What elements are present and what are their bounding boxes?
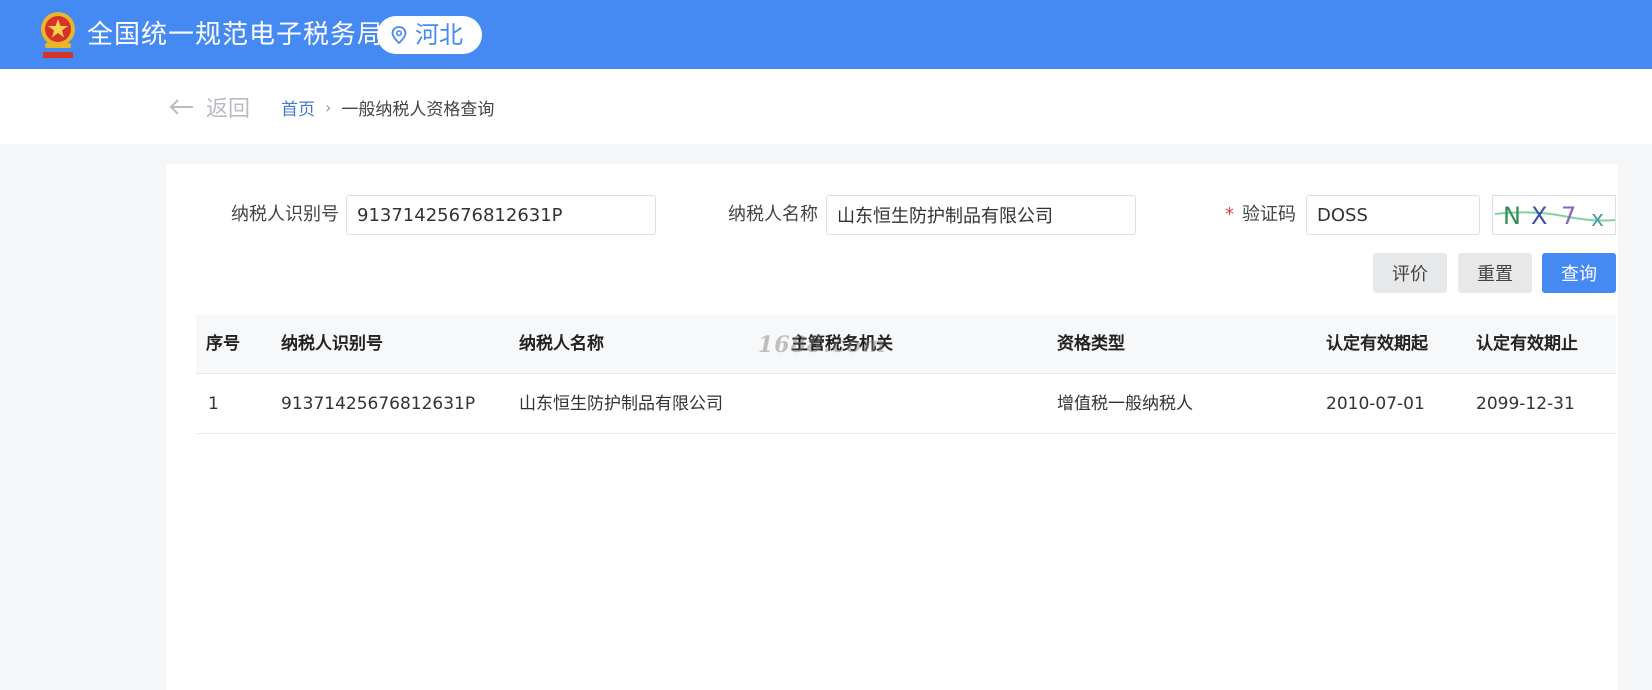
taxpayer-name-label: 纳税人名称 [728,204,818,225]
column-header: 认定有效期止 [1476,334,1578,354]
captcha-label-group: * 验证码 [1225,204,1296,226]
cell-qualification-type: 增值税一般纳税人 [1057,394,1193,414]
captcha-label: 验证码 [1242,204,1296,225]
breadcrumb: 首页 › 一般纳税人资格查询 [281,95,494,120]
column-header: 资格类型 [1057,334,1125,354]
captcha-char-3: 7 [1561,202,1576,230]
captcha-char-4: x [1591,207,1604,232]
table-row: 1 91371425676812631P 山东恒生防护制品有限公司 增值税一般纳… [196,374,1616,434]
column-header: 认定有效期起 [1326,334,1428,354]
back-button[interactable]: 返回 [168,91,250,123]
cell-valid-from: 2010-07-01 [1326,394,1425,414]
taxpayer-id-label: 纳税人识别号 [231,204,339,225]
breadcrumb-separator: › [325,98,332,117]
results-table-header: 序号 纳税人识别号 纳税人名称 主管税务机关 资格类型 认定有效期起 认定有效期… [196,314,1616,374]
captcha-input[interactable]: DOSS [1306,195,1480,235]
column-header: 纳税人识别号 [281,334,383,354]
taxpayer-id-input[interactable]: 91371425676812631P [346,195,656,235]
query-button[interactable]: 查询 [1542,253,1616,293]
cell-valid-to: 2099-12-31 [1476,394,1575,414]
site-title: 全国统一规范电子税务局 [87,20,385,50]
cell-taxpayer-id: 91371425676812631P [281,394,476,414]
column-header: 纳税人名称 [519,334,604,354]
cell-index: 1 [208,394,219,414]
captcha-image[interactable]: N X 7 x [1492,195,1616,235]
arrow-left-icon [169,99,193,115]
breadcrumb-bar: 返回 首页 › 一般纳税人资格查询 [0,69,1652,144]
cell-taxpayer-name: 山东恒生防护制品有限公司 [519,394,723,414]
captcha-char-1: N [1503,202,1521,230]
back-label: 返回 [206,97,251,122]
reset-button[interactable]: 重置 [1458,253,1532,293]
location-pin-icon [391,26,407,44]
evaluate-button[interactable]: 评价 [1373,253,1447,293]
breadcrumb-current: 一般纳税人资格查询 [341,100,495,120]
tax-emblem-icon [41,12,75,58]
required-mark: * [1225,204,1234,225]
region-selector[interactable]: 河北 [377,16,482,54]
captcha-char-2: X [1531,202,1547,230]
breadcrumb-home-link[interactable]: 首页 [281,95,315,120]
captcha-glyphs: N X 7 x [1494,202,1616,232]
region-label: 河北 [415,21,463,49]
top-header-bar: 全国统一规范电子税务局 河北 [0,0,1652,69]
column-header: 序号 [206,334,240,354]
taxpayer-name-input[interactable]: 山东恒生防护制品有限公司 [826,195,1136,235]
watermark: 1688.com [758,332,887,358]
